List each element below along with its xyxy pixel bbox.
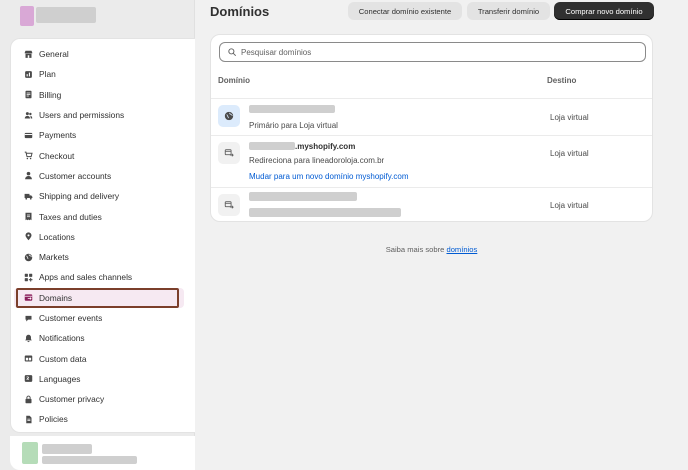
language-icon — [24, 374, 33, 383]
sidebar-item-label: Customer accounts — [39, 170, 112, 181]
page-title: Domínios — [210, 4, 270, 19]
third-subtitle-redacted — [249, 208, 401, 217]
primary-destination: Loja virtual — [550, 113, 589, 122]
redirect-domain-icon — [218, 142, 240, 164]
row-divider — [211, 135, 652, 136]
sidebar-item-label: Plan — [39, 69, 56, 80]
events-icon — [24, 314, 33, 323]
search-icon — [228, 48, 236, 56]
learn-more-link[interactable]: domínios — [446, 245, 477, 254]
bell-icon — [24, 334, 33, 343]
globe-icon — [24, 253, 33, 262]
sidebar-item-label: Locations — [39, 231, 75, 242]
user-name-redacted — [42, 444, 92, 454]
redirect-domain-icon — [218, 194, 240, 216]
truck-icon — [24, 192, 33, 201]
sidebar-item-label: Billing — [39, 89, 62, 100]
col-domain-header: Domínio — [218, 76, 250, 85]
myshopify-domain-suffix: .myshopify.com — [295, 142, 356, 151]
col-destination-header: Destino — [547, 76, 577, 85]
search-box[interactable] — [219, 42, 646, 62]
plan-icon — [24, 70, 33, 79]
sidebar-item-label: Languages — [39, 373, 81, 384]
domains-icon — [24, 293, 33, 302]
pin-icon — [24, 232, 33, 241]
transfer-domain-button[interactable]: Transferir domínio — [467, 2, 550, 20]
user-avatar — [22, 442, 38, 464]
sidebar-item-label: Users and permissions — [39, 110, 125, 121]
sidebar-item-markets[interactable]: Markets — [14, 247, 184, 267]
primary-domain-redacted — [249, 105, 335, 113]
apps-icon — [24, 273, 33, 282]
sidebar-item-label: Apps and sales channels — [39, 272, 133, 283]
user-footer[interactable] — [10, 436, 195, 470]
store-header[interactable] — [0, 0, 194, 38]
person-icon — [24, 171, 33, 180]
main-content: Domínios Conectar domínio existente Tran… — [195, 0, 688, 470]
sidebar-item-label: Notifications — [39, 333, 85, 344]
sidebar-item-notifications[interactable]: Notifications — [14, 328, 184, 348]
sidebar-item-shipping[interactable]: Shipping and delivery — [14, 186, 184, 206]
store-logo — [20, 6, 34, 26]
myshopify-subdomain-redacted — [249, 142, 295, 150]
sidebar-item-label: Customer events — [39, 313, 103, 323]
primary-subtitle: Primário para Loja virtual — [249, 121, 338, 130]
sidebar-item-label: Custom data — [39, 353, 87, 364]
learn-more-footer: Saiba mais sobre domínios — [195, 245, 668, 254]
sidebar-item-label: Checkout — [39, 150, 75, 161]
sidebar-item-label: Taxes and duties — [39, 211, 102, 222]
lock-icon — [24, 395, 33, 404]
sidebar-item-payments[interactable]: Payments — [14, 125, 184, 145]
sidebar-item-label: Payments — [39, 130, 77, 141]
sidebar-item-apps[interactable]: Apps and sales channels — [14, 267, 184, 287]
sidebar-item-label: Customer privacy — [39, 394, 105, 405]
sidebar-item-billing[interactable]: Billing — [14, 85, 184, 105]
sidebar-item-taxes[interactable]: Taxes and duties — [14, 206, 184, 226]
learn-more-prefix: Saiba mais sobre — [385, 245, 445, 254]
buy-domain-button[interactable]: Comprar novo domínio — [554, 2, 654, 20]
myshopify-subtitle: Redireciona para lineadoroloja.com.br — [249, 156, 385, 165]
change-myshopify-link[interactable]: Mudar para um novo domínio myshopify.com — [249, 172, 408, 181]
search-input[interactable] — [241, 47, 621, 57]
receipt-icon — [24, 212, 33, 221]
header-divider — [211, 98, 652, 99]
sidebar-item-label: Domains — [39, 292, 73, 303]
policy-icon — [24, 415, 33, 424]
sidebar-item-domains[interactable]: Domains — [14, 287, 184, 308]
data-icon — [24, 354, 33, 363]
billing-icon — [24, 90, 33, 99]
globe-icon — [218, 105, 240, 127]
settings-nav: General Plan Billing Users and permissions P… — [14, 44, 184, 430]
sidebar-item-label: Shipping and delivery — [39, 191, 120, 202]
sidebar-item-policies[interactable]: Policies — [14, 409, 184, 429]
cart-icon — [24, 151, 33, 160]
third-domain-redacted — [249, 192, 357, 201]
sidebar-item-label: Markets — [39, 252, 69, 263]
sidebar-item-customer-privacy[interactable]: Customer privacy — [14, 389, 184, 409]
sidebar-item-languages[interactable]: Languages — [14, 369, 184, 389]
myshopify-destination: Loja virtual — [550, 149, 589, 158]
sidebar-item-plan[interactable]: Plan — [14, 64, 184, 84]
row-divider — [211, 187, 652, 188]
payments-icon — [24, 131, 33, 140]
store-name-redacted — [36, 7, 96, 23]
users-icon — [24, 111, 33, 120]
store-icon — [24, 50, 33, 59]
user-email-redacted — [42, 456, 137, 464]
sidebar-item-label: General — [39, 49, 69, 60]
domains-card: Domínio Destino Primário para Loja virtu… — [210, 34, 653, 222]
sidebar-item-users[interactable]: Users and permissions — [14, 105, 184, 125]
sidebar-item-checkout[interactable]: Checkout — [14, 145, 184, 165]
sidebar-item-label: Policies — [39, 414, 68, 425]
sidebar-item-locations[interactable]: Locations — [14, 227, 184, 247]
third-destination: Loja virtual — [550, 201, 589, 210]
sidebar-item-general[interactable]: General — [14, 44, 184, 64]
sidebar-item-custom-data[interactable]: Custom data — [14, 348, 184, 368]
settings-sidebar: General Plan Billing Users and permissions P… — [0, 0, 195, 470]
sidebar-item-customer-events[interactable]: Customer events — [14, 308, 184, 328]
sidebar-item-customer-accounts[interactable]: Customer accounts — [14, 166, 184, 186]
connect-domain-button[interactable]: Conectar domínio existente — [348, 2, 462, 20]
